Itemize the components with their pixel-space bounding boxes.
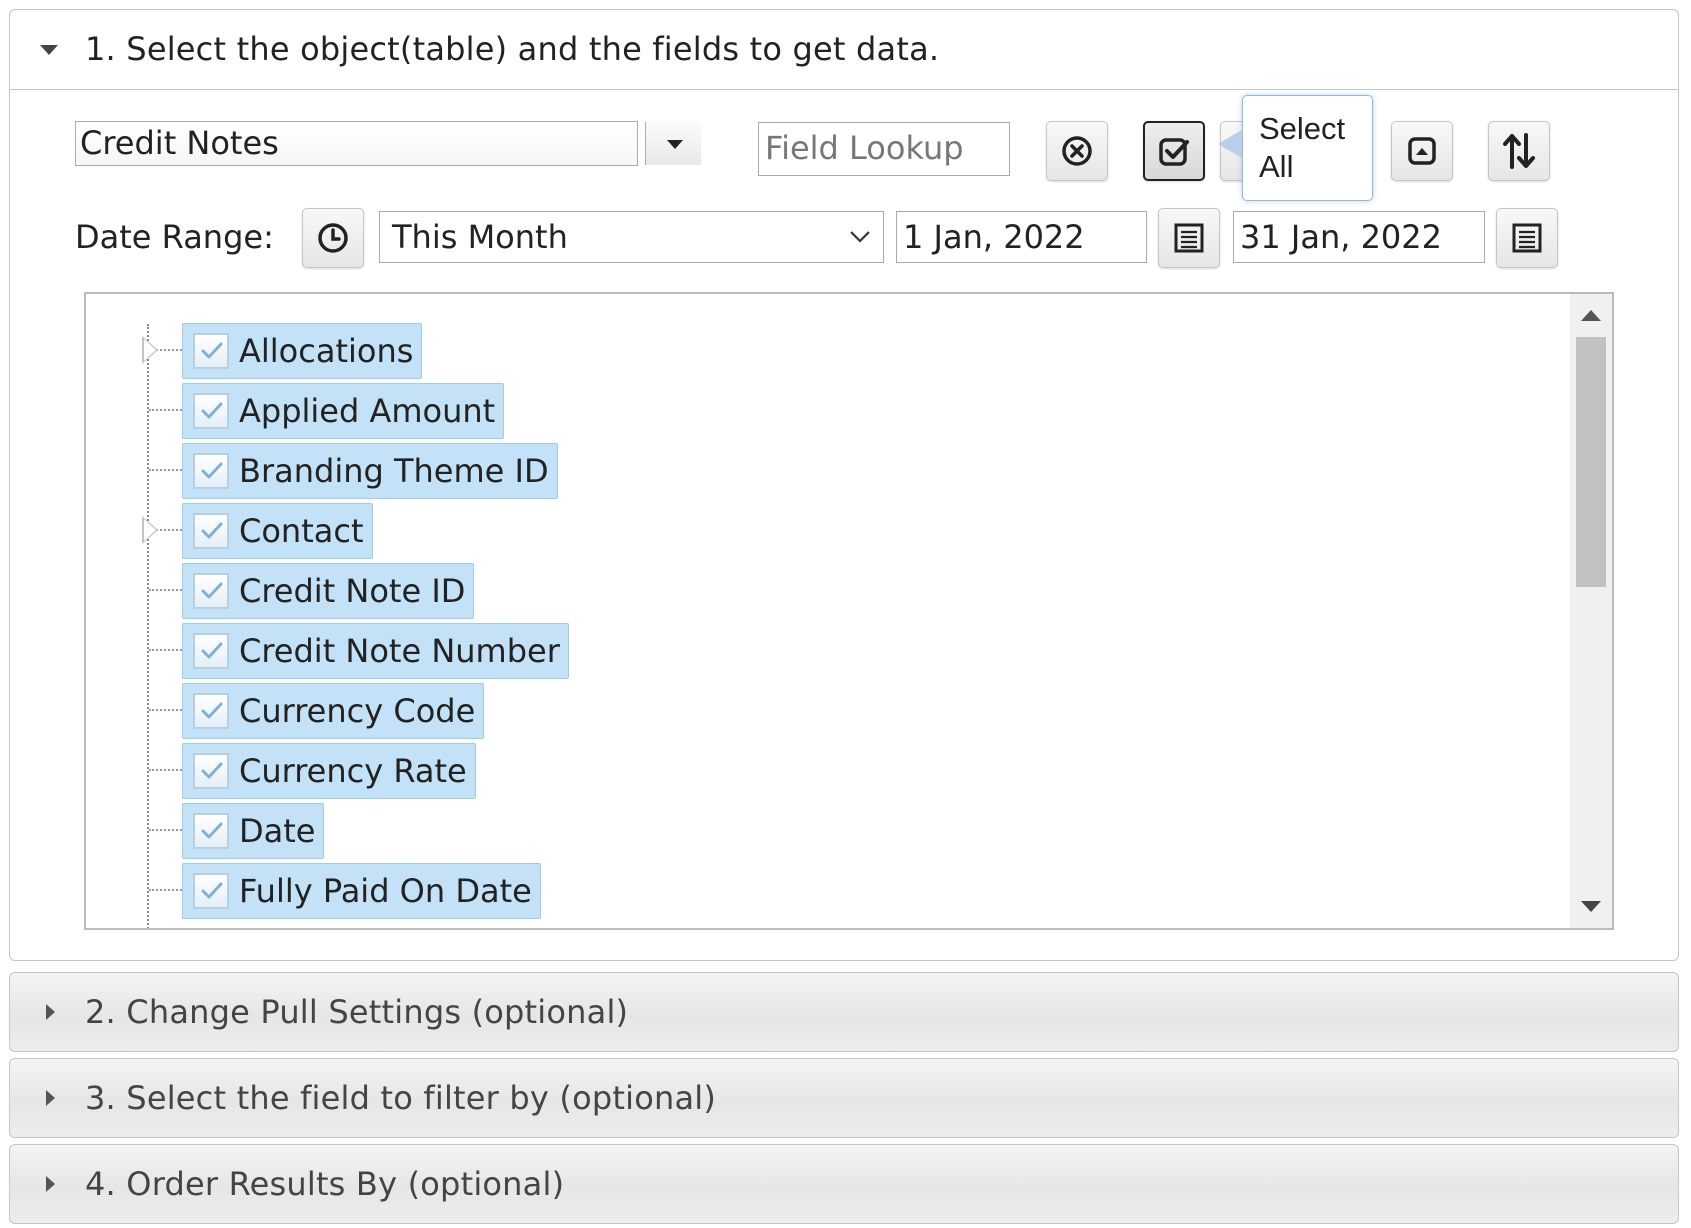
tree-row: Contact [86,500,1486,560]
list-calendar-icon [1512,223,1542,253]
tree-branch-line [149,409,182,411]
scroll-down-icon[interactable] [1581,901,1601,912]
date-range-select[interactable]: This Month [379,211,884,263]
tree-row: Currency Code [86,680,1486,740]
tree-node-label: Contact [239,512,364,550]
checkbox-checked-icon[interactable] [193,393,229,429]
scroll-up-icon[interactable] [1581,310,1601,321]
section-4-title: 4. Order Results By (optional) [85,1165,565,1203]
section-3-title: 3. Select the field to filter by (option… [85,1079,717,1117]
section-filter-field[interactable]: 3. Select the field to filter by (option… [9,1058,1679,1138]
object-select-dropdown-button[interactable] [645,122,701,165]
tree-row: Applied Amount [86,380,1486,440]
tree-row: Allocations [86,320,1486,380]
clock-icon [318,223,348,253]
collapse-button[interactable] [1391,121,1453,181]
checkbox-checked-icon[interactable] [193,453,229,489]
sort-button[interactable] [1488,121,1550,181]
field-tree[interactable]: Allocations Applied Amount Branding Theme … [84,292,1614,930]
date-range-label: Date Range: [75,218,274,256]
section-1-header[interactable]: 1. Select the object(table) and the fiel… [10,10,1678,90]
tree-node-label: Branding Theme ID [239,452,549,490]
sort-arrows-icon [1503,133,1535,169]
field-lookup-input[interactable]: Field Lookup [758,122,1010,176]
tree-row: Credit Note ID [86,560,1486,620]
checkbox-checked-icon[interactable] [193,813,229,849]
section-pull-settings[interactable]: 2. Change Pull Settings (optional) [9,972,1679,1052]
tree-node-label: Date [239,812,316,850]
tree-row: Credit Note Number [86,620,1486,680]
expand-down-icon [40,45,58,55]
object-select-value: Credit Notes [80,124,279,162]
tree-row: Date [86,800,1486,860]
checkbox-checked-icon[interactable] [193,513,229,549]
scroll-thumb[interactable] [1576,337,1606,587]
tree-node-label: Credit Note ID [239,572,466,610]
checkbox-checked-icon[interactable] [193,873,229,909]
date-to-value: 31 Jan, 2022 [1240,218,1442,256]
expand-right-icon [46,1004,55,1020]
date-range-value: This Month [392,218,568,256]
tree-branch-line [149,469,182,471]
checkbox-checked-icon[interactable] [193,753,229,789]
section-2-title: 2. Change Pull Settings (optional) [85,993,629,1031]
tree-node-label: Applied Amount [239,392,496,430]
circle-x-icon [1062,136,1092,166]
tooltip-pointer [1218,130,1242,158]
date-from-value: 1 Jan, 2022 [903,218,1085,256]
tree-node[interactable]: Currency Rate [182,743,476,799]
tree-row: Fully Paid On Date [86,860,1486,920]
section-1-title: 1. Select the object(table) and the fiel… [85,30,940,68]
tooltip-line-1: Select [1259,111,1346,146]
expand-node-icon[interactable] [142,516,158,544]
tooltip-line-2: All [1259,149,1294,184]
tree-node[interactable]: Credit Note ID [182,563,475,619]
expand-right-icon [46,1090,55,1106]
tree-branch-line [149,829,182,831]
tree-row: Branding Theme ID [86,440,1486,500]
tree-node[interactable]: Date [182,803,325,859]
chevron-down-icon [850,231,870,243]
tree-node-label: Fully Paid On Date [239,872,532,910]
date-preset-button[interactable] [302,208,364,268]
tree-node[interactable]: Fully Paid On Date [182,863,541,919]
tree-row: Currency Rate [86,740,1486,800]
date-to-calendar-button[interactable] [1496,208,1558,268]
tree-node[interactable]: Credit Note Number [182,623,569,679]
tree-node[interactable]: Allocations [182,323,423,379]
tree-scrollbar[interactable] [1570,294,1612,928]
tree-node-label: Currency Code [239,692,476,730]
date-from-calendar-button[interactable] [1158,208,1220,268]
tree-node[interactable]: Applied Amount [182,383,505,439]
tree-node[interactable]: Branding Theme ID [182,443,558,499]
tree-branch-line [149,769,182,771]
checkbox-checked-icon[interactable] [193,693,229,729]
clear-button[interactable] [1046,121,1108,181]
square-up-icon [1408,137,1436,165]
tree-branch-line [149,649,182,651]
tree-node-label: Currency Rate [239,752,467,790]
select-all-button[interactable] [1143,121,1205,181]
date-from-input[interactable]: 1 Jan, 2022 [896,211,1147,263]
tree-branch-line [149,889,182,891]
tree-node[interactable]: Currency Code [182,683,485,739]
expand-right-icon [46,1176,55,1192]
checkbox-checked-icon[interactable] [193,633,229,669]
tree-branch-line [149,709,182,711]
check-square-icon [1159,138,1189,166]
section-order-results[interactable]: 4. Order Results By (optional) [9,1144,1679,1224]
tree-node-label: Allocations [239,332,414,370]
object-select[interactable]: Credit Notes [75,121,638,166]
checkbox-checked-icon[interactable] [193,333,229,369]
tree-node-label: Credit Note Number [239,632,560,670]
field-lookup-placeholder: Field Lookup [765,129,964,167]
select-all-tooltip: Select All [1242,95,1373,201]
tree-node[interactable]: Contact [182,503,373,559]
checkbox-checked-icon[interactable] [193,573,229,609]
tree-branch-line [149,589,182,591]
list-calendar-icon [1174,223,1204,253]
date-to-input[interactable]: 31 Jan, 2022 [1233,211,1485,263]
expand-node-icon[interactable] [142,336,158,364]
